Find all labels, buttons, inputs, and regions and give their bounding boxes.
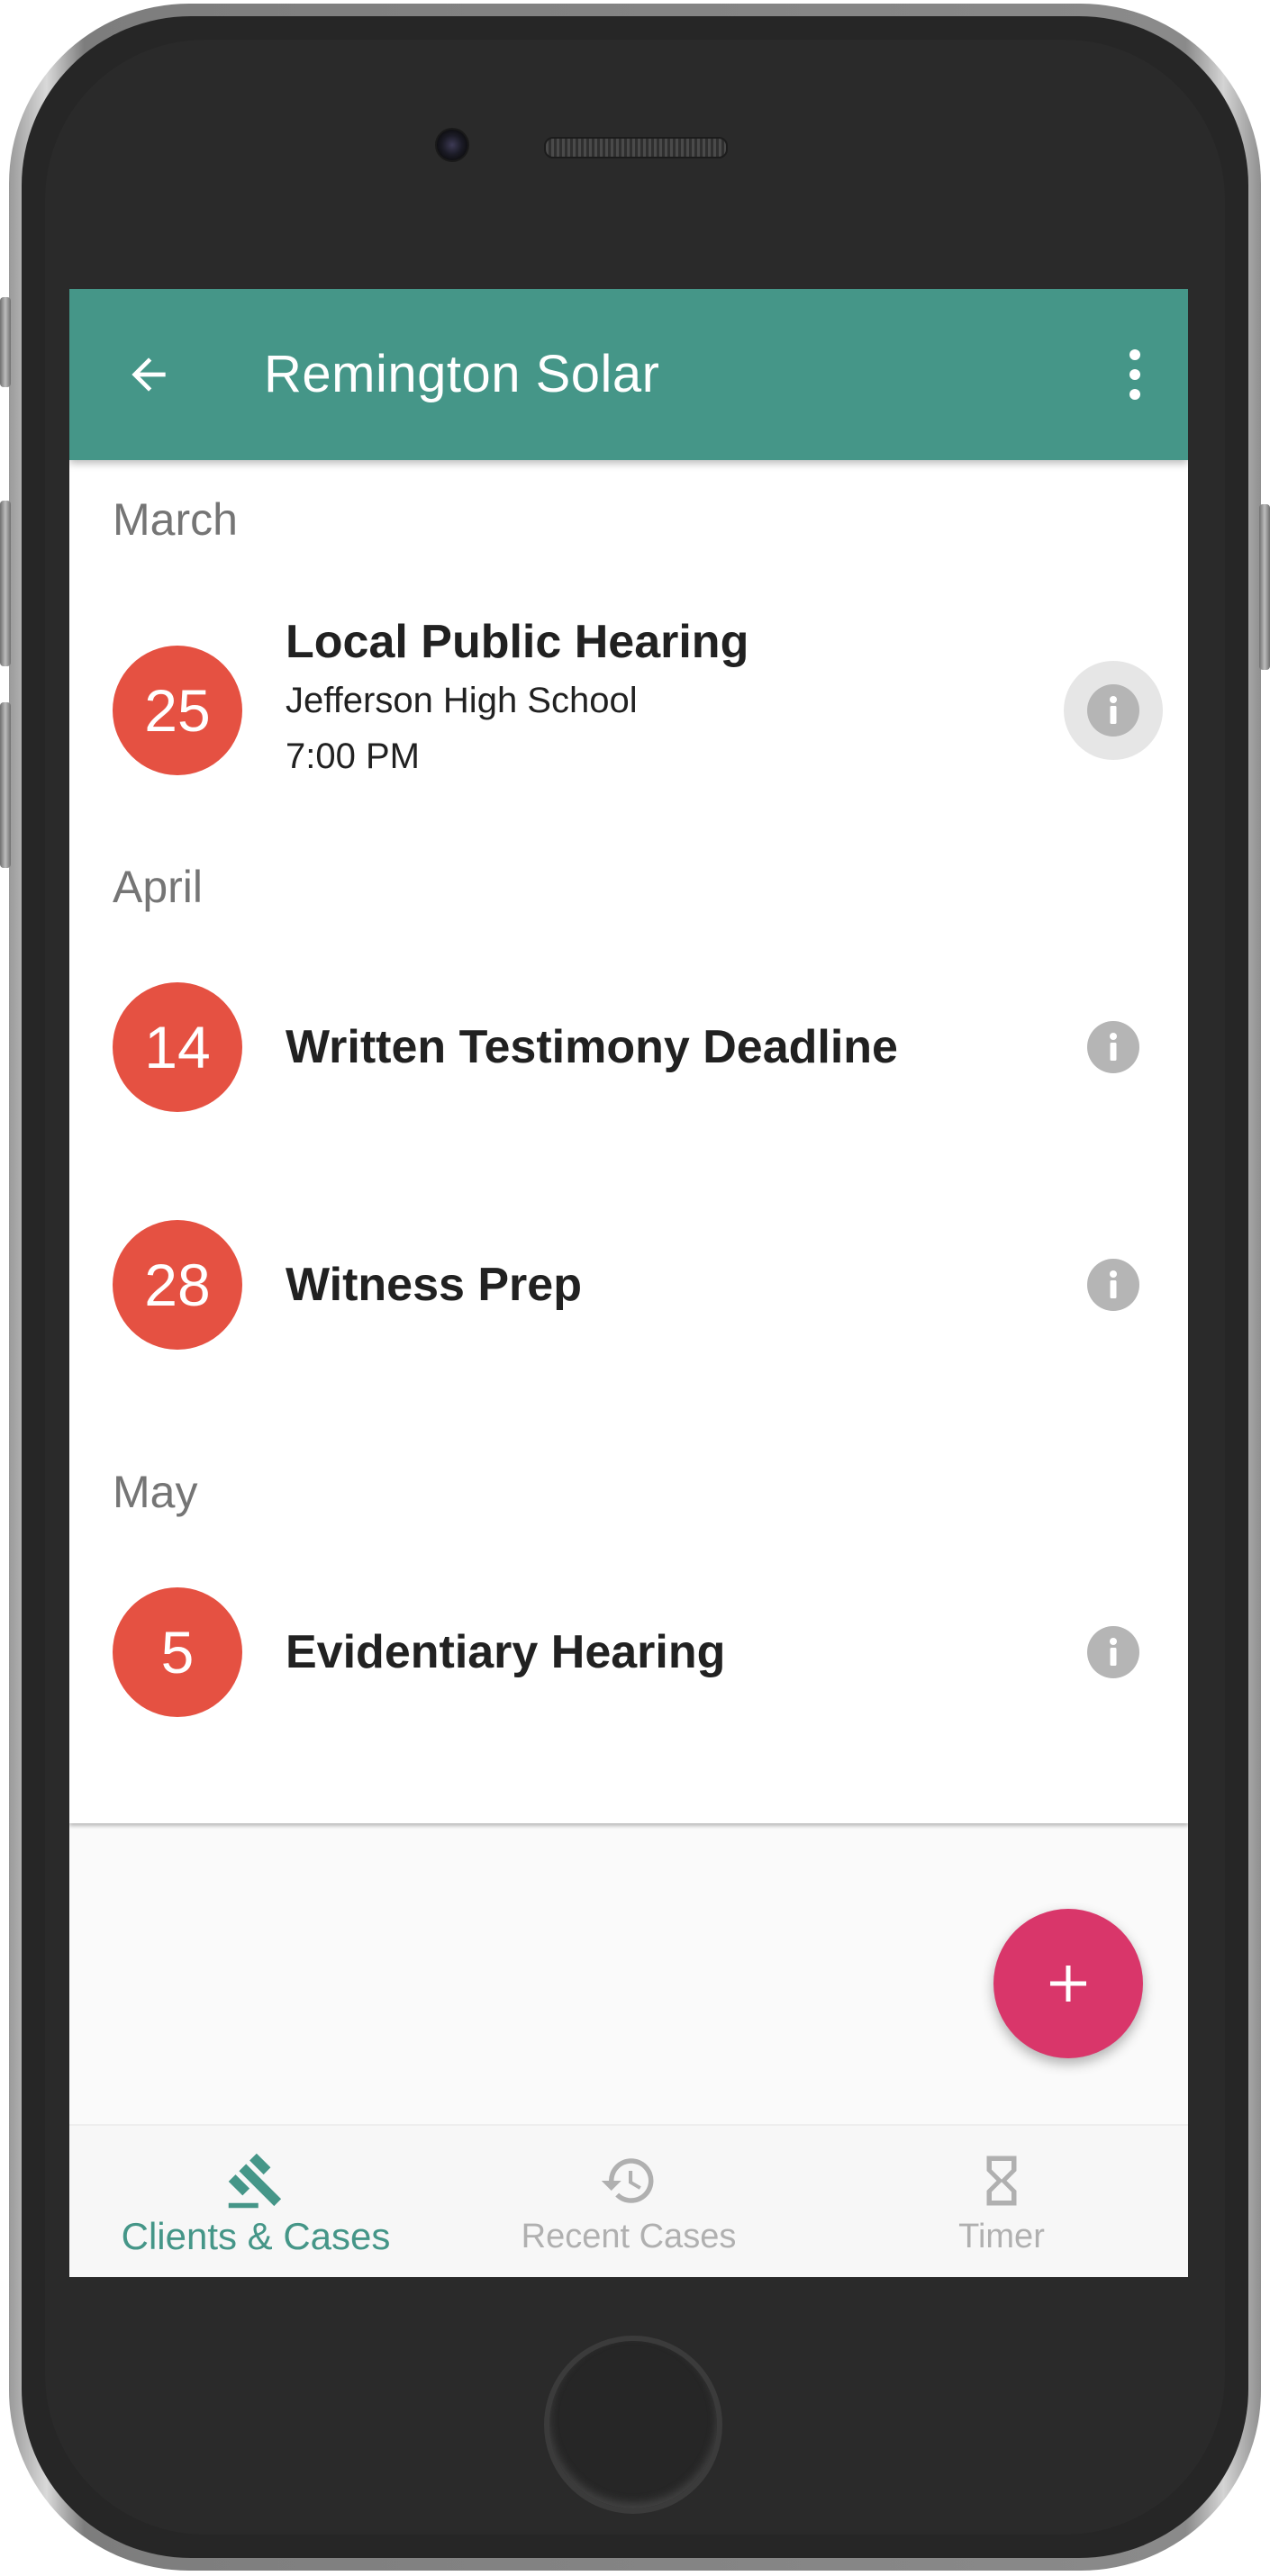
info-icon [1087,1259,1139,1311]
side-button-mute [0,297,11,387]
event-item[interactable]: 5 Evidentiary Hearing [69,1587,1188,1717]
more-vert-icon [1129,349,1140,400]
front-camera [435,128,469,162]
section-header-april: April [113,862,204,912]
more-options-button[interactable] [1112,339,1157,411]
event-list: March 25 Local Public Hearing Jefferson … [69,460,1188,1823]
app-screen: Remington Solar March 25 Local Public He… [69,289,1188,2277]
nav-timer[interactable]: Timer [815,2126,1188,2277]
event-title: Local Public Hearing [286,616,749,668]
date-badge: 5 [113,1587,242,1717]
event-location: Jefferson High School [286,681,638,720]
history-icon [601,2158,654,2203]
date-badge: 28 [113,1220,242,1350]
event-info-button[interactable] [1064,661,1163,760]
event-title: Written Testimony Deadline [286,1021,898,1073]
bottom-navigation: Clients & Cases Recent Cases Timer [69,2124,1188,2277]
hourglass-icon [986,2156,1017,2206]
event-info-button[interactable] [1064,998,1163,1097]
info-icon [1087,684,1139,737]
info-icon [1087,1626,1139,1678]
section-header-may: May [113,1467,198,1517]
page-title: Remington Solar [264,345,660,403]
side-button-volume-up [0,501,11,666]
earpiece-speaker [544,137,728,158]
info-icon [1087,1021,1139,1073]
event-item[interactable]: 25 Local Public Hearing Jefferson High S… [69,613,1188,802]
section-header-march: March [113,494,238,545]
event-info-button[interactable] [1064,1603,1163,1702]
date-badge: 14 [113,982,242,1112]
event-info-button[interactable] [1064,1235,1163,1334]
plus-icon [1050,1966,1086,2002]
nav-label: Timer [958,2218,1045,2255]
nav-label: Recent Cases [521,2218,737,2255]
nav-label: Clients & Cases [121,2215,391,2257]
event-title: Evidentiary Hearing [286,1626,726,1678]
back-button[interactable] [113,339,185,411]
event-time: 7:00 PM [286,737,420,776]
app-bar: Remington Solar [69,289,1188,460]
side-button-volume-down [0,702,11,868]
date-badge: 25 [113,646,242,775]
side-button-power [1259,504,1270,670]
event-item[interactable]: 14 Written Testimony Deadline [69,982,1188,1112]
event-title: Witness Prep [286,1259,582,1311]
gavel-icon [228,2153,282,2209]
nav-recent-cases[interactable]: Recent Cases [442,2126,815,2277]
arrow-back-icon [132,357,166,392]
nav-clients-cases[interactable]: Clients & Cases [69,2126,442,2277]
home-button[interactable] [544,2336,722,2514]
add-event-button[interactable] [993,1909,1143,2058]
event-item[interactable]: 28 Witness Prep [69,1220,1188,1350]
